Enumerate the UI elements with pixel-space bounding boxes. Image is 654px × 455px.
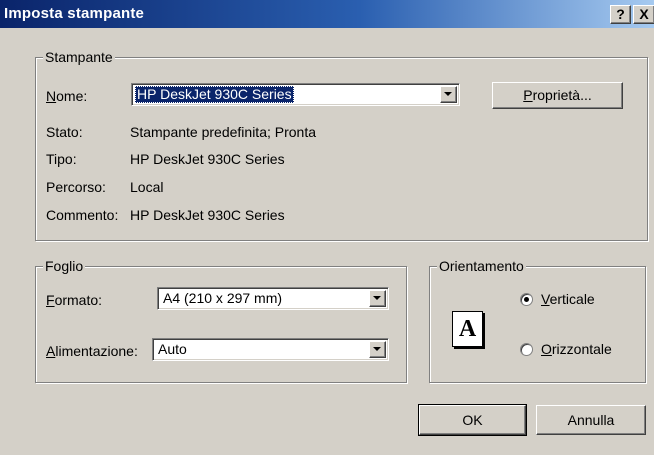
properties-button[interactable]: Proprietà... — [492, 82, 623, 109]
close-button[interactable]: X — [633, 5, 654, 24]
type-label: Tipo: — [46, 151, 77, 167]
format-value: A4 (210 x 297 mm) — [163, 290, 283, 306]
comment-label: Commento: — [46, 207, 119, 223]
printer-name-value: HP DeskJet 930C Series — [135, 86, 294, 103]
printer-name-select[interactable]: HP DeskJet 930C Series — [131, 83, 460, 106]
source-label: Alimentazione: — [46, 343, 138, 359]
title-bar[interactable]: Imposta stampante ? X — [0, 0, 654, 28]
chevron-down-icon[interactable] — [440, 86, 457, 103]
portrait-radio[interactable] — [520, 293, 533, 306]
status-label: Stato: — [46, 124, 83, 140]
print-setup-dialog: Imposta stampante ? X Stampante Nome: HP… — [0, 0, 654, 455]
window-title: Imposta stampante — [4, 5, 145, 22]
close-icon: X — [639, 6, 649, 22]
landscape-radio[interactable] — [520, 343, 533, 356]
format-label: Formato: — [46, 292, 103, 308]
source-value: Auto — [158, 341, 187, 357]
landscape-label[interactable]: Orizzontale — [541, 340, 612, 358]
source-select[interactable]: Auto — [152, 338, 389, 361]
portrait-label[interactable]: Verticale — [541, 290, 595, 308]
chevron-down-icon[interactable] — [369, 290, 386, 307]
paper-group: Foglio — [35, 257, 407, 383]
help-button[interactable]: ? — [610, 5, 631, 24]
status-value: Stampante predefinita; Pronta — [130, 124, 317, 140]
format-select[interactable]: A4 (210 x 297 mm) — [157, 287, 389, 310]
chevron-down-icon[interactable] — [369, 341, 386, 358]
path-label: Percorso: — [46, 179, 106, 195]
comment-value: HP DeskJet 930C Series — [130, 207, 285, 223]
ok-button[interactable]: OK — [418, 404, 527, 436]
paper-group-legend: Foglio — [43, 257, 86, 275]
orientation-group-legend: Orientamento — [437, 257, 526, 275]
cancel-button[interactable]: Annulla — [536, 405, 646, 435]
printer-group-legend: Stampante — [43, 48, 115, 66]
type-value: HP DeskJet 930C Series — [130, 151, 285, 167]
help-icon: ? — [616, 6, 625, 22]
portrait-page-icon: A — [452, 311, 483, 347]
path-value: Local — [130, 179, 164, 195]
printer-name-label: Nome: — [46, 88, 88, 104]
